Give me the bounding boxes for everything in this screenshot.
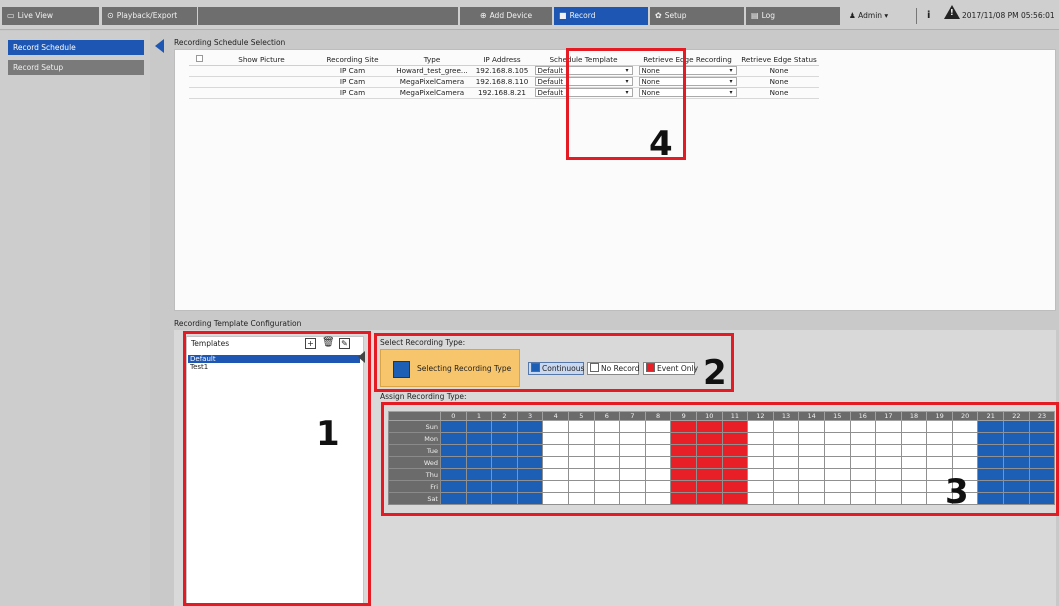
cell-site: IP Cam [314, 87, 391, 99]
gear-icon: ✿ [655, 11, 662, 20]
info-icon[interactable]: i [927, 7, 930, 25]
annotation-number-4: 4 [649, 124, 673, 164]
chevron-down-icon: ▾ [729, 78, 733, 85]
record-label: Record [569, 11, 596, 20]
cell-ip: 192.168.8.105 [473, 65, 531, 77]
plus-circle-icon: ⊕ [479, 11, 487, 20]
warning-icon[interactable]: ! [944, 5, 960, 19]
live-view-label: Live View [17, 11, 54, 20]
col-retrieve-edge-status[interactable]: Retrieve Edge Status [739, 54, 819, 66]
table-header-row: Show Picture Recording Site Type IP Addr… [189, 54, 819, 66]
schedule-section-title: Recording Schedule Selection [174, 38, 286, 47]
annotation-box-1 [183, 331, 371, 606]
cell-site: IP Cam [314, 65, 391, 77]
datetime-display: 2017/11/08 PM 05:56:01 [962, 11, 1055, 20]
record-tab[interactable]: ■ Record [554, 7, 648, 25]
select-all-checkbox[interactable] [189, 54, 209, 66]
chevron-down-icon: ▾ [729, 89, 733, 96]
assign-type-label: Assign Recording Type: [380, 392, 467, 401]
playback-icon: ⊙ [107, 11, 114, 20]
table-row[interactable]: IP Cam MegaPixelCamera 192.168.8.110 Def… [189, 76, 819, 88]
nav-spacer [198, 7, 458, 25]
chevron-down-icon: ▾ [729, 67, 733, 74]
col-type[interactable]: Type [391, 54, 473, 66]
cell-type: MegaPixelCamera [391, 76, 473, 88]
log-label: Log [761, 11, 775, 20]
cell-status: None [739, 76, 819, 88]
col-recording-site[interactable]: Recording Site [314, 54, 391, 66]
annotation-number-1: 1 [316, 414, 340, 454]
cell-status: None [739, 87, 819, 99]
admin-menu[interactable]: ♟ Admin ▾ [849, 7, 911, 25]
playback-export-tab[interactable]: ⊙ Playback/Export [102, 7, 197, 25]
sidebar-item-record-schedule[interactable]: Record Schedule [8, 40, 144, 55]
live-view-tab[interactable]: ▭ Live View [2, 7, 99, 25]
collapse-sidebar-icon[interactable] [155, 39, 164, 53]
setup-tab[interactable]: ✿ Setup [650, 7, 744, 25]
log-tab[interactable]: ▤ Log [746, 7, 840, 25]
cell-site: IP Cam [314, 76, 391, 88]
sidebar-item-record-setup[interactable]: Record Setup [8, 60, 144, 75]
cell-ip: 192.168.8.110 [473, 76, 531, 88]
add-device-tab[interactable]: ⊕ Add Device [460, 7, 552, 25]
annotation-box-2 [374, 333, 734, 392]
cell-status: None [739, 65, 819, 77]
top-nav-bar: ▭ Live View ⊙ Playback/Export ⊕ Add Device … [0, 0, 1059, 30]
annotation-number-2: 2 [703, 353, 727, 393]
divider [916, 8, 917, 24]
annotation-number-3: 3 [945, 472, 969, 512]
add-device-label: Add Device [489, 11, 533, 20]
table-row[interactable]: IP Cam MegaPixelCamera 192.168.8.21 Defa… [189, 87, 819, 99]
admin-label: Admin [858, 11, 883, 20]
playback-export-label: Playback/Export [116, 11, 178, 20]
monitor-icon: ▭ [7, 11, 15, 20]
setup-label: Setup [664, 11, 687, 20]
log-icon: ▤ [751, 11, 759, 20]
cell-type: MegaPixelCamera [391, 87, 473, 99]
table-row[interactable]: IP Cam Howard_test_gree... 192.168.8.105… [189, 65, 819, 77]
sidebar: Record Schedule Record Setup [0, 31, 150, 606]
col-ip-address[interactable]: IP Address [473, 54, 531, 66]
col-show-picture[interactable]: Show Picture [209, 54, 314, 66]
user-icon: ♟ [849, 11, 856, 20]
schedule-table: Show Picture Recording Site Type IP Addr… [189, 54, 819, 99]
config-section-title: Recording Template Configuration [174, 319, 302, 328]
cell-type: Howard_test_gree... [391, 65, 473, 77]
record-camera-icon: ■ [559, 11, 567, 20]
chevron-down-icon: ▾ [884, 11, 889, 20]
cell-ip: 192.168.8.21 [473, 87, 531, 99]
